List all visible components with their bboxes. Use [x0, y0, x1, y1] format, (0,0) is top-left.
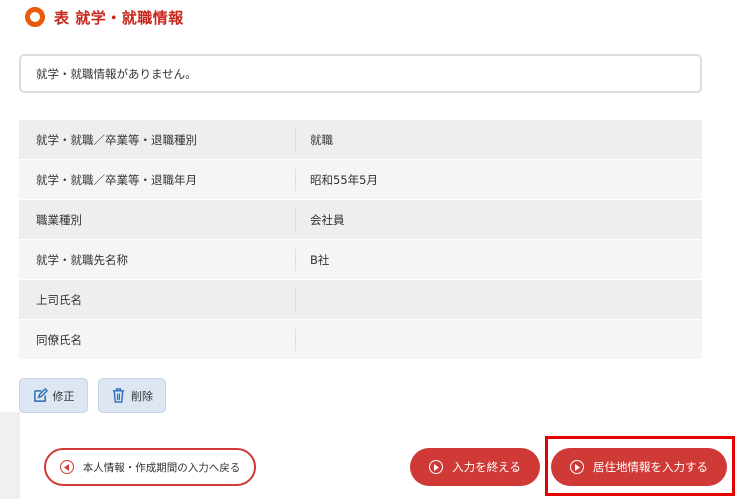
- divider: [295, 288, 296, 311]
- end-label: 入力を終える: [452, 460, 521, 474]
- table-row: 就学・就職／卒業等・退職年月 昭和55年5月: [19, 160, 702, 200]
- row-value: 会社員: [310, 212, 345, 227]
- page-title: 表 就学・就職情報: [54, 8, 184, 27]
- table-row: 職業種別 会社員: [19, 200, 702, 240]
- row-label: 職業種別: [36, 212, 82, 227]
- info-table: 就学・就職／卒業等・退職種別 就職 就学・就職／卒業等・退職年月 昭和55年5月…: [19, 120, 702, 360]
- back-button[interactable]: 本人情報・作成期間の入力へ戻る: [44, 448, 256, 486]
- row-label: 上司氏名: [36, 292, 82, 307]
- table-row: 上司氏名: [19, 280, 702, 320]
- delete-button[interactable]: 削除: [98, 378, 166, 413]
- row-value: 昭和55年5月: [310, 172, 378, 187]
- row-value: B社: [310, 252, 330, 267]
- circle-icon: [25, 7, 45, 27]
- table-row: 就学・就職先名称 B社: [19, 240, 702, 280]
- play-circle-icon: [570, 460, 584, 474]
- notice-box: 就学・就職情報がありません。: [19, 54, 702, 93]
- divider: [295, 328, 296, 351]
- notice-text: 就学・就職情報がありません。: [36, 66, 197, 81]
- delete-label: 削除: [131, 389, 153, 403]
- end-input-button[interactable]: 入力を終える: [410, 448, 540, 486]
- row-value: 就職: [310, 132, 333, 147]
- edit-button[interactable]: 修正: [19, 378, 88, 413]
- row-label: 就学・就職先名称: [36, 252, 128, 267]
- back-label: 本人情報・作成期間の入力へ戻る: [82, 461, 241, 474]
- row-label: 就学・就職／卒業等・退職種別: [36, 132, 197, 147]
- table-row: 就学・就職／卒業等・退職種別 就職: [19, 120, 702, 160]
- row-label: 同僚氏名: [36, 332, 82, 347]
- edit-label: 修正: [52, 389, 75, 403]
- play-circle-icon: [429, 460, 444, 474]
- row-label: 就学・就職／卒業等・退職年月: [36, 172, 197, 187]
- table-row: 同僚氏名: [19, 320, 702, 360]
- next-button[interactable]: 居住地情報を入力する: [551, 448, 727, 486]
- section-header: 表 就学・就職情報: [25, 4, 184, 30]
- edit-icon: [33, 388, 48, 402]
- next-label: 居住地情報を入力する: [593, 460, 708, 474]
- side-tab: [0, 412, 20, 499]
- chevron-left-icon: [59, 460, 74, 474]
- trash-icon: [112, 388, 125, 403]
